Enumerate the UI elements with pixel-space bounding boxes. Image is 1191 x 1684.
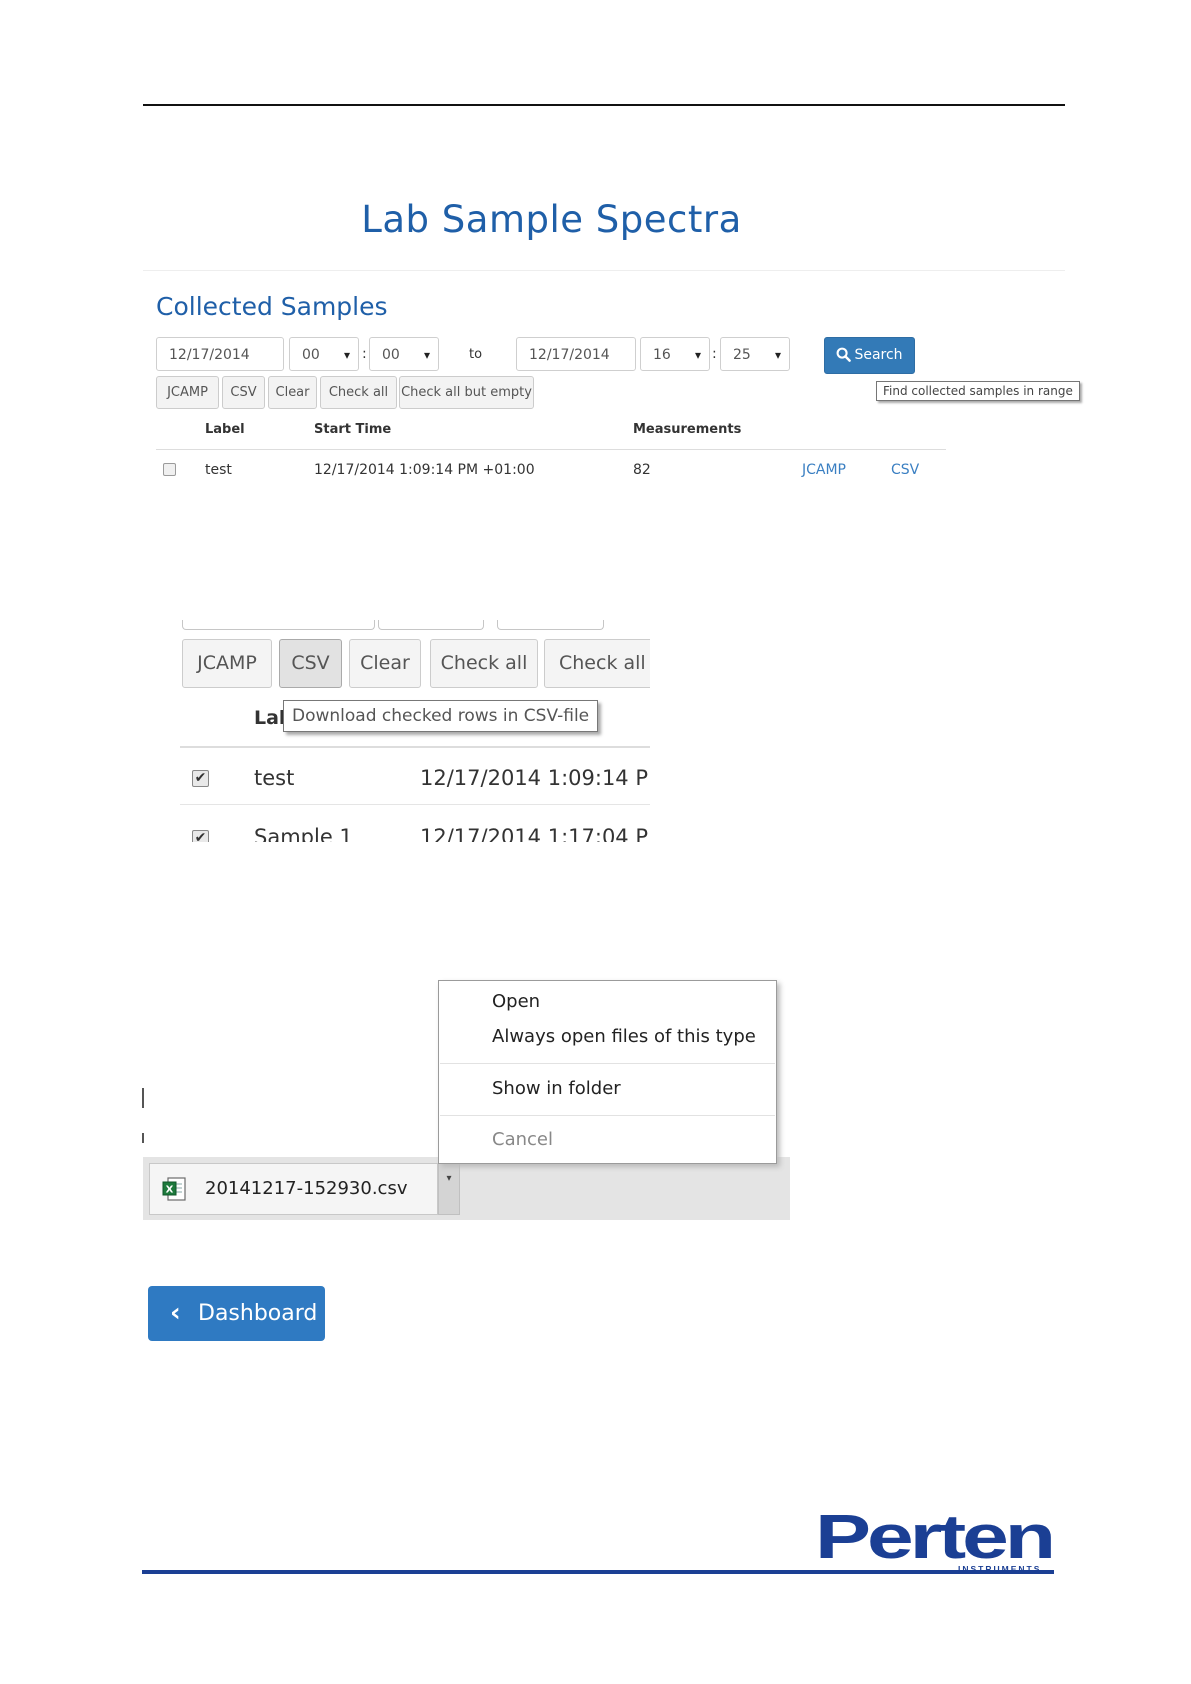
svg-text:X: X bbox=[166, 1185, 174, 1196]
column-header-measurements: Measurements bbox=[633, 422, 742, 437]
svg-text:Perten: Perten bbox=[815, 1508, 1052, 1572]
menu-divider bbox=[440, 1063, 775, 1064]
section-title: Collected Samples bbox=[156, 292, 388, 321]
csv-button[interactable]: CSV bbox=[222, 376, 265, 409]
search-tooltip: Find collected samples in range bbox=[876, 381, 1080, 401]
menu-item-always-open[interactable]: Always open files of this type bbox=[492, 1026, 756, 1047]
perten-instruments-logo: Perten INSTRUMENTS bbox=[815, 1508, 1055, 1574]
download-menu-arrow[interactable]: ▾ bbox=[438, 1163, 460, 1215]
input-fragment bbox=[182, 620, 375, 630]
time-separator: : bbox=[712, 346, 717, 362]
page-title: Lab Sample Spectra bbox=[361, 198, 742, 241]
header-rule bbox=[143, 104, 1065, 106]
zoom-row-label: Sample 1 bbox=[254, 825, 353, 842]
zoom-row-label: test bbox=[254, 766, 295, 790]
download-item[interactable]: X 20141217-152930.csv bbox=[149, 1163, 438, 1215]
edge-mark bbox=[142, 1088, 144, 1108]
excel-file-icon: X bbox=[162, 1177, 186, 1201]
zoom-check-all-but-empty-button[interactable]: Check all b bbox=[544, 639, 650, 688]
column-header-start-time: Start Time bbox=[314, 422, 392, 437]
jcamp-button[interactable]: JCAMP bbox=[156, 376, 219, 409]
zoom-row-start-time: 12/17/2014 1:17:04 PM bbox=[420, 825, 650, 842]
download-context-menu: Open Always open files of this type Show… bbox=[438, 980, 777, 1164]
row-start-time: 12/17/2014 1:09:14 PM +01:00 bbox=[314, 462, 535, 478]
clear-button[interactable]: Clear bbox=[268, 376, 317, 409]
from-hour-select[interactable]: 00 bbox=[289, 337, 359, 372]
download-filename: 20141217-152930.csv bbox=[205, 1178, 408, 1199]
dashboard-button[interactable]: ‹ Dashboard bbox=[148, 1286, 325, 1341]
zoom-row-start-time: 12/17/2014 1:09:14 PM bbox=[420, 766, 650, 790]
zoom-clear-button[interactable]: Clear bbox=[349, 639, 421, 688]
row-checkbox[interactable] bbox=[163, 463, 176, 476]
menu-item-show-in-folder[interactable]: Show in folder bbox=[492, 1078, 621, 1099]
menu-item-open[interactable]: Open bbox=[492, 991, 540, 1012]
edge-mark bbox=[142, 1133, 144, 1143]
table-header-divider bbox=[156, 449, 946, 450]
check-all-button[interactable]: Check all bbox=[320, 376, 397, 409]
row-jcamp-link[interactable]: JCAMP bbox=[802, 462, 846, 478]
zoomed-toolbar-screenshot: JCAMP CSV Clear Check all Check all b La… bbox=[170, 620, 650, 842]
zoom-csv-button[interactable]: CSV bbox=[279, 639, 342, 688]
from-date-input[interactable]: 12/17/2014 bbox=[156, 337, 284, 371]
svg-text:INSTRUMENTS: INSTRUMENTS bbox=[958, 1564, 1041, 1574]
check-all-but-empty-button[interactable]: Check all but empty bbox=[399, 376, 534, 409]
chevron-left-icon: ‹ bbox=[170, 1298, 181, 1328]
row-measurements: 82 bbox=[633, 462, 651, 478]
time-separator: : bbox=[362, 346, 367, 362]
input-fragment bbox=[497, 620, 604, 630]
menu-divider bbox=[440, 1115, 775, 1116]
zoom-jcamp-button[interactable]: JCAMP bbox=[182, 639, 272, 688]
to-hour-select[interactable]: 16 bbox=[640, 337, 710, 372]
from-minute-select[interactable]: 00 bbox=[369, 337, 439, 372]
csv-tooltip: Download checked rows in CSV-file bbox=[283, 700, 599, 732]
search-icon bbox=[836, 347, 852, 362]
zoom-header-divider bbox=[180, 746, 650, 748]
zoom-check-all-button[interactable]: Check all bbox=[430, 639, 538, 688]
title-divider bbox=[143, 270, 1065, 271]
input-fragment bbox=[378, 620, 484, 630]
menu-item-cancel[interactable]: Cancel bbox=[492, 1129, 553, 1150]
search-button[interactable]: Search bbox=[824, 337, 915, 374]
to-label: to bbox=[469, 347, 483, 362]
zoom-row-checkbox[interactable]: ✔ bbox=[192, 830, 209, 842]
column-header-label: Label bbox=[205, 422, 245, 437]
to-date-input[interactable]: 12/17/2014 bbox=[516, 337, 636, 371]
row-csv-link[interactable]: CSV bbox=[891, 462, 919, 478]
zoom-row-divider bbox=[180, 804, 650, 805]
to-minute-select[interactable]: 25 bbox=[720, 337, 790, 372]
row-label: test bbox=[205, 462, 232, 478]
zoom-row-checkbox[interactable]: ✔ bbox=[192, 770, 209, 787]
